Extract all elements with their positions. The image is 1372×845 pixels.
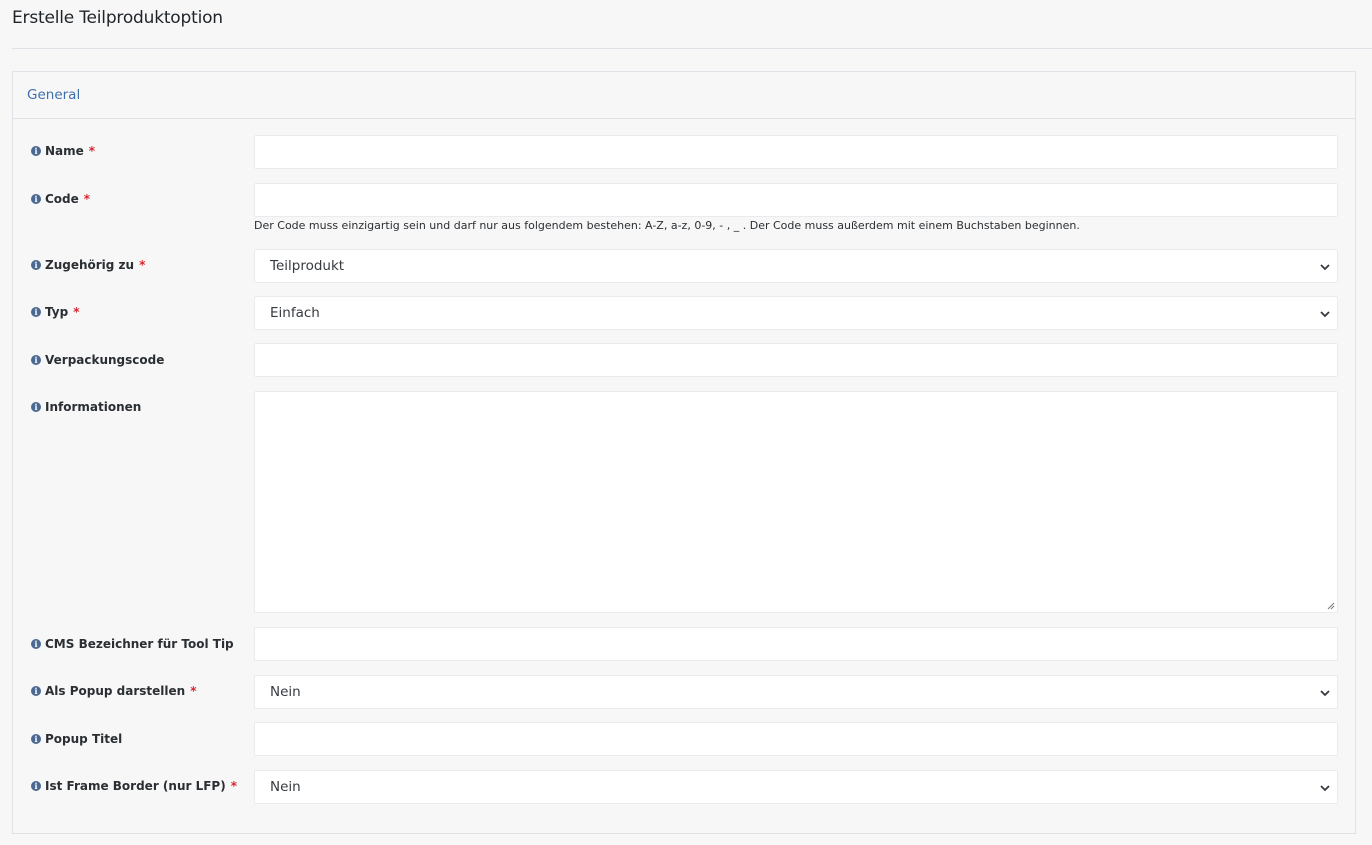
- as-popup-value: Nein: [270, 684, 301, 700]
- info-icon[interactable]: i: [31, 355, 41, 365]
- belongs-to-label: i Zugehörig zu *: [31, 258, 145, 272]
- info-icon[interactable]: i: [31, 260, 41, 270]
- as-popup-select[interactable]: Nein: [254, 675, 1338, 709]
- section-title: General: [27, 87, 81, 103]
- frame-border-select[interactable]: Nein: [254, 770, 1338, 804]
- info-icon[interactable]: i: [31, 686, 41, 696]
- cms-tooltip-label: i CMS Bezeichner für Tool Tip: [31, 637, 234, 651]
- general-card: General i Name * i Code * Der Code muss …: [12, 71, 1356, 834]
- popup-title-label: i Popup Titel: [31, 732, 122, 746]
- info-icon[interactable]: i: [31, 734, 41, 744]
- chevron-down-icon: [1320, 311, 1330, 318]
- belongs-to-select[interactable]: Teilprodukt: [254, 249, 1338, 283]
- info-icon[interactable]: i: [31, 639, 41, 649]
- packaging-code-input[interactable]: [254, 343, 1338, 377]
- as-popup-label: i Als Popup darstellen *: [31, 684, 196, 698]
- info-icon[interactable]: i: [31, 402, 41, 412]
- code-label: i Code *: [31, 192, 90, 206]
- frame-border-label: i Ist Frame Border (nur LFP) *: [31, 779, 237, 793]
- frame-border-value: Nein: [270, 779, 301, 795]
- type-label: i Typ *: [31, 305, 79, 319]
- chevron-down-icon: [1320, 690, 1330, 697]
- info-icon[interactable]: i: [31, 781, 41, 791]
- title-divider: [12, 48, 1372, 49]
- popup-title-input[interactable]: [254, 722, 1338, 756]
- chevron-down-icon: [1320, 785, 1330, 792]
- information-textarea[interactable]: [254, 391, 1338, 613]
- card-header: General: [13, 72, 1355, 119]
- page-title: Erstelle Teilproduktoption: [12, 8, 223, 28]
- code-input[interactable]: [254, 183, 1338, 217]
- info-icon[interactable]: i: [31, 146, 41, 156]
- cms-tooltip-input[interactable]: [254, 627, 1338, 661]
- packaging-code-label: i Verpackungscode: [31, 353, 164, 367]
- info-icon[interactable]: i: [31, 307, 41, 317]
- name-input[interactable]: [254, 135, 1338, 169]
- chevron-down-icon: [1320, 264, 1330, 271]
- type-select[interactable]: Einfach: [254, 296, 1338, 330]
- belongs-to-value: Teilprodukt: [270, 258, 345, 274]
- name-label: i Name *: [31, 144, 95, 158]
- code-help-text: Der Code muss einzigartig sein und darf …: [254, 219, 1080, 232]
- info-icon[interactable]: i: [31, 194, 41, 204]
- type-value: Einfach: [270, 305, 320, 321]
- resize-grip-icon[interactable]: [1327, 602, 1335, 610]
- information-label: i Informationen: [31, 400, 141, 414]
